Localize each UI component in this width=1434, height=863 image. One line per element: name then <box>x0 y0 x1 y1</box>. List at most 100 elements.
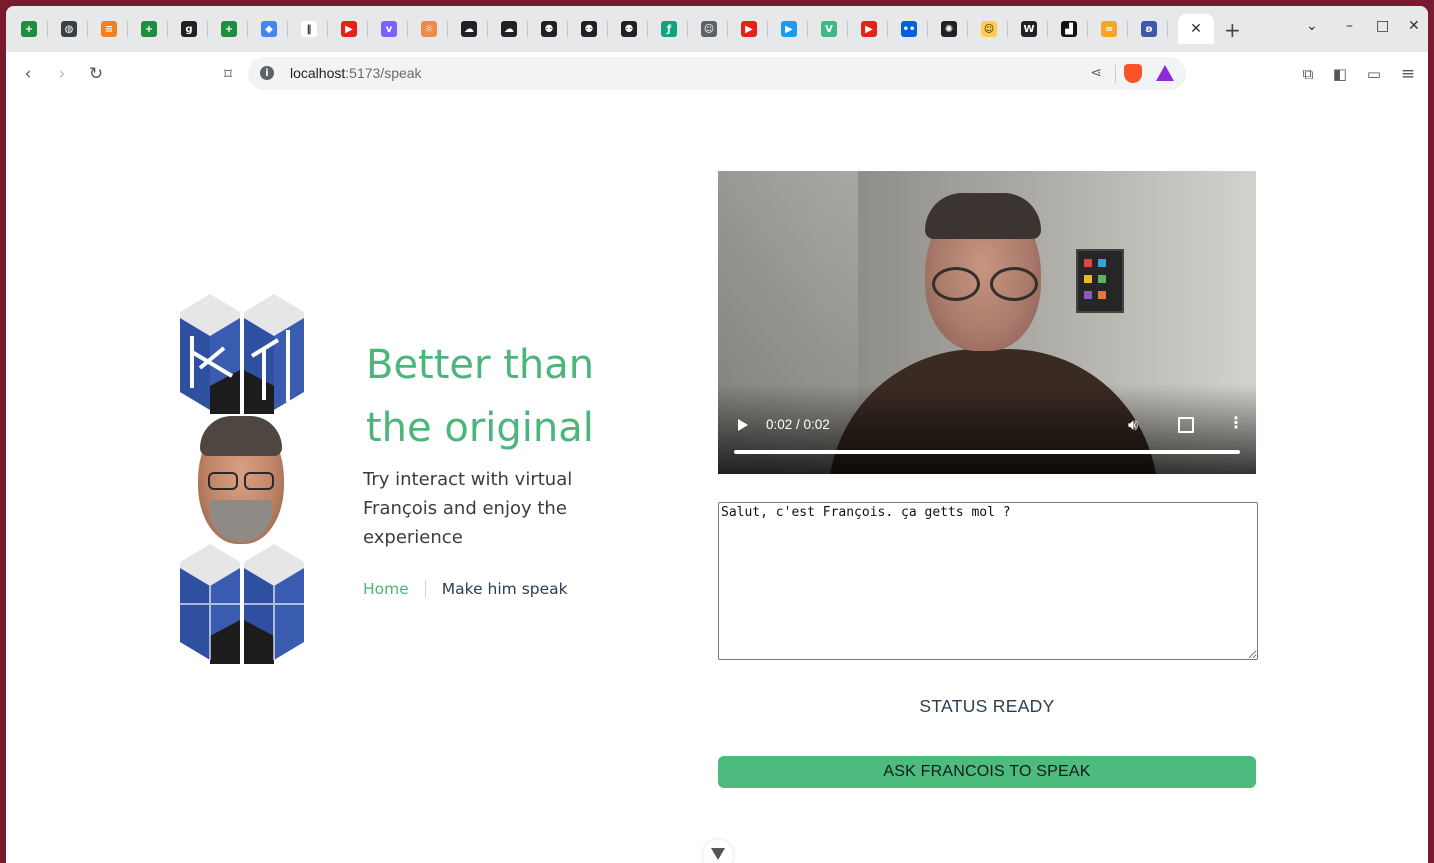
video-wall-poster <box>1076 249 1124 313</box>
browser-tab[interactable]: + <box>210 14 248 44</box>
browser-tab[interactable]: ƒ <box>650 14 688 44</box>
browser-tab[interactable]: ☁ <box>490 14 528 44</box>
browser-window: ✕ + ⌄ – □ ✕ + ◍ ≡ + g + ◆ ‖ ▶ v ☼ ☁ ☁ ⚉ ⚉ ⚉ ƒ ☺ ▶ ▶ V ▶ •• ✺ ☺ W ▟… <box>6 6 1428 863</box>
ask-francois-button[interactable]: ASK FRANCOIS TO SPEAK <box>718 756 1256 788</box>
browser-tab[interactable]: ☁ <box>450 14 488 44</box>
browser-tab[interactable]: + <box>10 14 48 44</box>
unsplash-icon: ▟ <box>1061 21 1077 37</box>
sidebar-icon[interactable]: ◧ <box>1328 62 1352 86</box>
forward-button[interactable]: › <box>50 62 74 86</box>
tab-separator <box>447 21 448 37</box>
url-text[interactable]: localhost:5173/speak <box>290 65 422 81</box>
close-tab-icon[interactable]: ✕ <box>1190 21 1202 37</box>
bookmark-icon[interactable]: ⌑ <box>216 62 240 86</box>
tab-separator <box>967 21 968 37</box>
browser-tab[interactable]: ʚ <box>1130 14 1168 44</box>
sheets-icon: + <box>221 21 237 37</box>
tab-search-icon[interactable]: ⌄ <box>1306 18 1318 34</box>
browser-tab[interactable]: ⚉ <box>610 14 648 44</box>
browser-tab[interactable]: ≡ <box>90 14 128 44</box>
browser-tab[interactable]: ‖ <box>290 14 328 44</box>
back-button[interactable]: ‹ <box>16 62 40 86</box>
brain-icon: ☼ <box>421 21 437 37</box>
browser-tab[interactable]: W <box>1010 14 1048 44</box>
tab-separator <box>847 21 848 37</box>
browser-tab[interactable]: ▶ <box>730 14 768 44</box>
browser-tab[interactable]: ☼ <box>410 14 448 44</box>
url-host: localhost <box>290 65 346 81</box>
maximize-button[interactable]: □ <box>1376 18 1389 34</box>
status-text: STATUS READY <box>919 696 1055 716</box>
new-tab-button[interactable]: + <box>1224 18 1241 42</box>
sheets-icon: + <box>141 21 157 37</box>
tab-separator <box>127 21 128 37</box>
more-options-icon[interactable]: ⋮ <box>1228 415 1244 431</box>
tab-separator <box>167 21 168 37</box>
browser-tab[interactable]: + <box>130 14 168 44</box>
browser-tab[interactable]: ▶ <box>770 14 808 44</box>
browser-tab[interactable]: V <box>810 14 848 44</box>
tab-separator <box>887 21 888 37</box>
extensions-icon[interactable]: ⧉ <box>1296 62 1320 86</box>
video-progress-bar[interactable] <box>734 450 1240 454</box>
openai-icon: ✺ <box>941 21 957 37</box>
browser-tab[interactable]: v <box>370 14 408 44</box>
play-icon[interactable] <box>738 419 748 431</box>
avatar-glasses <box>208 472 274 490</box>
browser-tab[interactable]: ▶ <box>330 14 368 44</box>
tab-separator <box>327 21 328 37</box>
tab-separator <box>687 21 688 37</box>
browser-tab[interactable]: ✺ <box>930 14 968 44</box>
reload-button[interactable]: ↻ <box>84 62 108 86</box>
browser-tab[interactable]: ◆ <box>250 14 288 44</box>
menu-icon[interactable]: ≡ <box>1396 62 1420 86</box>
tab-separator <box>607 21 608 37</box>
browser-tab[interactable]: ⚉ <box>570 14 608 44</box>
nav-speak-link[interactable]: Make him speak <box>426 580 568 598</box>
fullscreen-icon[interactable] <box>1178 417 1194 433</box>
robot-icon: ⚉ <box>621 21 637 37</box>
tab-separator <box>1047 21 1048 37</box>
pause-icon: ‖ <box>301 21 317 37</box>
speech-text-input[interactable]: Salut, c'est François. ça getts mol ? <box>718 502 1258 660</box>
minimize-button[interactable]: – <box>1346 18 1353 34</box>
video-time: 0:02 / 0:02 <box>766 417 830 432</box>
share-icon[interactable]: ⋖ <box>1090 65 1102 81</box>
video-player[interactable]: 0:02 / 0:02 🔊︎ ⋮ <box>718 171 1256 474</box>
browser-tab[interactable]: ☺ <box>970 14 1008 44</box>
volume-icon[interactable]: 🔊︎ <box>1128 415 1138 435</box>
address-bar[interactable]: i localhost:5173/speak ⋖ <box>248 57 1186 90</box>
browser-tab[interactable]: ∞ <box>1090 14 1128 44</box>
avatar-beard <box>210 500 272 542</box>
browser-tab[interactable]: •• <box>890 14 928 44</box>
browser-tab[interactable]: ☺ <box>690 14 728 44</box>
user-icon: ☺ <box>701 21 717 37</box>
logo-bottom-icon <box>180 544 304 664</box>
site-info-icon[interactable]: i <box>260 66 274 80</box>
hero-headline: Better than the original <box>366 342 595 451</box>
scroll-down-icon[interactable] <box>703 840 733 863</box>
youtube-icon: ▶ <box>741 21 757 37</box>
video-person-hair <box>925 193 1041 239</box>
brave-rewards-icon[interactable] <box>1156 65 1174 81</box>
tab-separator <box>767 21 768 37</box>
wallet-icon[interactable]: ▭ <box>1362 62 1386 86</box>
browser-tab[interactable]: ◍ <box>50 14 88 44</box>
nav-home-link[interactable]: Home <box>363 580 426 598</box>
tab-separator <box>727 21 728 37</box>
close-window-button[interactable]: ✕ <box>1408 18 1420 34</box>
browser-tab[interactable]: ▟ <box>1050 14 1088 44</box>
browser-tab[interactable]: g <box>170 14 208 44</box>
tab-active[interactable]: ✕ <box>1178 14 1214 44</box>
v-icon: v <box>381 21 397 37</box>
browser-tab[interactable]: ⚉ <box>530 14 568 44</box>
browser-tab[interactable]: ▶ <box>850 14 888 44</box>
tab-separator <box>487 21 488 37</box>
youtube-icon: ▶ <box>861 21 877 37</box>
tab-separator <box>1167 21 1168 37</box>
main-nav: Home Make him speak <box>363 580 568 598</box>
brave-shields-icon[interactable] <box>1124 64 1142 83</box>
tab-separator <box>567 21 568 37</box>
vue-icon: V <box>821 21 837 37</box>
play-circle-icon: ▶ <box>781 21 797 37</box>
